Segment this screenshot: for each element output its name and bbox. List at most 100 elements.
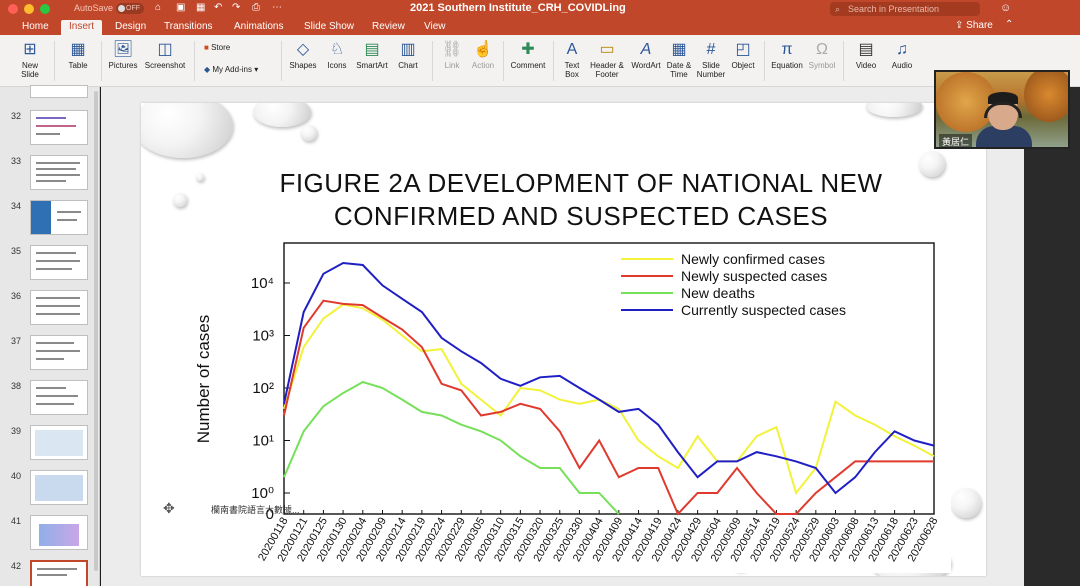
calendar-icon: ▦ bbox=[671, 41, 687, 58]
slide-thumbnail[interactable] bbox=[30, 335, 88, 370]
pictures-button[interactable]: 🖼 Pictures bbox=[104, 39, 142, 70]
legend-label: Newly suspected cases bbox=[681, 268, 827, 284]
slide-number: 34 bbox=[11, 201, 22, 211]
slide-thumbnail[interactable] bbox=[30, 515, 88, 550]
chart-button[interactable]: ▥ Chart bbox=[392, 39, 424, 70]
slide-thumbnail[interactable] bbox=[30, 470, 88, 505]
pictures-icon: 🖼 bbox=[112, 41, 134, 58]
link-label: Link bbox=[444, 61, 460, 70]
slide-thumbnail[interactable] bbox=[30, 200, 88, 235]
slide-number-button[interactable]: # Slide Number bbox=[696, 39, 726, 79]
move-cursor-icon: ✥ bbox=[163, 500, 175, 516]
slide-number-icon: # bbox=[706, 41, 716, 58]
link-icon: ⛓ bbox=[441, 41, 463, 58]
screenshot-button[interactable]: ◫ Screenshot bbox=[142, 39, 188, 70]
wordart-button[interactable]: A WordArt bbox=[628, 39, 664, 70]
store-label: Store bbox=[211, 43, 231, 52]
slide-number: 32 bbox=[11, 111, 22, 121]
ribbon-separator bbox=[194, 41, 195, 81]
date-time-button[interactable]: ▦ Date & Time bbox=[664, 39, 694, 79]
current-slide[interactable]: FIGURE 2A DEVELOPMENT OF NATIONAL NEW CO… bbox=[141, 103, 986, 576]
tab-transitions[interactable]: Transitions bbox=[164, 20, 213, 35]
right-side-panel bbox=[1024, 87, 1080, 586]
icons-button[interactable]: ♘ Icons bbox=[322, 39, 352, 70]
tab-home[interactable]: Home bbox=[22, 20, 49, 35]
redo-icon[interactable]: ↷ bbox=[232, 2, 240, 13]
zoom-window-button[interactable] bbox=[40, 4, 50, 14]
text-box-button[interactable]: A Text Box bbox=[558, 39, 586, 79]
line-chart: 010⁰10¹10²10³10⁴Number of cases202001182… bbox=[194, 242, 941, 564]
title-bar: AutoSave OFF ⌂ ▣ ▦ ↶ ↷ ⎙ ⋯ 2021 Southern… bbox=[0, 0, 1080, 18]
smartart-icon: ▤ bbox=[364, 41, 380, 58]
undo-icon[interactable]: ↶ bbox=[214, 2, 222, 13]
autosave-toggle[interactable]: OFF bbox=[116, 3, 144, 14]
series-line bbox=[283, 299, 934, 516]
slide-number: 33 bbox=[11, 156, 22, 166]
ribbon-tabs: Home Insert Design Transitions Animation… bbox=[0, 18, 1080, 35]
action-button[interactable]: ☝ Action bbox=[468, 39, 498, 70]
ribbon-separator bbox=[432, 41, 433, 81]
tab-view[interactable]: View bbox=[424, 20, 446, 35]
tab-design[interactable]: Design bbox=[115, 20, 146, 35]
video-background bbox=[936, 72, 996, 132]
my-addins-button[interactable]: ◆ My Add-ins ▾ bbox=[204, 65, 258, 74]
slide-thumbnail[interactable] bbox=[30, 245, 88, 280]
slide-thumbnail[interactable] bbox=[30, 290, 88, 325]
film-icon: ▤ bbox=[858, 41, 874, 58]
collapse-ribbon-icon[interactable]: ⌃ bbox=[1005, 19, 1013, 30]
ribbon-separator bbox=[101, 41, 102, 81]
print-icon[interactable]: ⎙ bbox=[252, 2, 260, 13]
home-icon[interactable]: ⌂ bbox=[155, 2, 161, 13]
legend-label: Currently suspected cases bbox=[681, 302, 846, 318]
object-button[interactable]: ◰ Object bbox=[728, 39, 758, 70]
slide-number: 40 bbox=[11, 471, 22, 481]
chart-image[interactable]: 0 10⁰ 10¹ 10² 10³ 10⁴ Number of cases 20200118 2… bbox=[191, 229, 951, 573]
search-input[interactable]: ⌕ Search in Presentation bbox=[830, 2, 980, 16]
audio-button[interactable]: ♫ Audio bbox=[886, 39, 918, 70]
ribbon-separator bbox=[843, 41, 844, 81]
slide-thumbnail[interactable] bbox=[30, 425, 88, 460]
store-button[interactable]: ■ Store bbox=[204, 43, 230, 52]
new-slide-button[interactable]: ⊞ New Slide bbox=[14, 39, 46, 79]
slide-thumbnail[interactable] bbox=[30, 110, 88, 145]
grid-icon[interactable]: ▦ bbox=[196, 2, 205, 13]
save-icon[interactable]: ▣ bbox=[176, 2, 185, 13]
shapes-label: Shapes bbox=[289, 61, 317, 70]
comment-button[interactable]: ✚ Comment bbox=[508, 39, 548, 70]
tab-review[interactable]: Review bbox=[372, 20, 405, 35]
tab-animations[interactable]: Animations bbox=[234, 20, 283, 35]
ribbon-separator bbox=[281, 41, 282, 81]
tab-insert[interactable]: Insert bbox=[61, 20, 103, 35]
addins-icon: ◆ bbox=[204, 65, 211, 74]
shapes-button[interactable]: ◇ Shapes bbox=[286, 39, 320, 70]
participant-video-tile[interactable]: 黃居仁 bbox=[934, 70, 1070, 149]
y-tick-label: 10⁰ bbox=[251, 485, 274, 502]
video-button[interactable]: ▤ Video bbox=[850, 39, 882, 70]
ribbon-separator bbox=[553, 41, 554, 81]
slide-number-label: Slide Number bbox=[696, 61, 726, 79]
more-icon[interactable]: ⋯ bbox=[272, 2, 282, 13]
slide-thumbnail[interactable] bbox=[30, 85, 88, 98]
link-button[interactable]: ⛓ Link bbox=[438, 39, 466, 70]
share-button[interactable]: ⇪ Share bbox=[955, 20, 993, 31]
minimize-window-button[interactable] bbox=[24, 4, 34, 14]
shapes-icon: ◇ bbox=[296, 41, 310, 58]
slide-thumbnail[interactable] bbox=[30, 380, 88, 415]
header-footer-button[interactable]: ▭ Header & Footer bbox=[586, 39, 628, 79]
slide-title-line: FIGURE 2A DEVELOPMENT OF NATIONAL NEW bbox=[279, 168, 883, 198]
slide-thumbnail-selected[interactable] bbox=[30, 560, 88, 586]
share-label: Share bbox=[966, 20, 993, 31]
slide-number: 37 bbox=[11, 336, 22, 346]
thumbnail-scrollbar[interactable] bbox=[94, 91, 98, 571]
slide-thumbnail[interactable] bbox=[30, 155, 88, 190]
close-window-button[interactable] bbox=[8, 4, 18, 14]
symbol-button[interactable]: Ω Symbol bbox=[806, 39, 838, 70]
store-icon: ■ bbox=[204, 43, 209, 52]
table-button[interactable]: ▦ Table bbox=[60, 39, 96, 70]
smartart-button[interactable]: ▤ SmartArt bbox=[352, 39, 392, 70]
tab-slide-show[interactable]: Slide Show bbox=[304, 20, 354, 35]
ribbon-separator bbox=[54, 41, 55, 81]
equation-button[interactable]: π Equation bbox=[768, 39, 806, 70]
slide-title[interactable]: FIGURE 2A DEVELOPMENT OF NATIONAL NEW CO… bbox=[201, 167, 961, 233]
feedback-smiley-icon[interactable]: ☺ bbox=[1000, 2, 1011, 14]
